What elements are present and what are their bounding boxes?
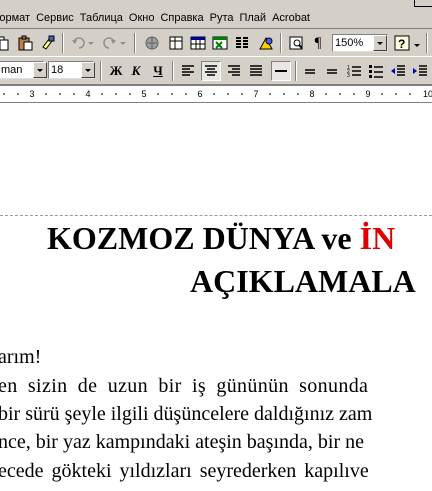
menu-help[interactable]: Справка	[157, 10, 206, 26]
undo-dropdown-icon[interactable]	[86, 33, 96, 53]
copy-icon[interactable]	[0, 33, 12, 53]
window-close-button[interactable]	[414, 0, 432, 7]
zoom-value: 150%	[335, 37, 364, 49]
increase-indent-icon[interactable]	[410, 61, 430, 81]
ruler-number: 5	[141, 89, 146, 99]
line-spacing-icon[interactable]	[300, 61, 320, 81]
toolbar-separator	[62, 33, 64, 53]
font-size-dropdown-button[interactable]	[81, 62, 95, 78]
columns-icon[interactable]	[232, 33, 252, 53]
toolbar-separator	[134, 33, 136, 53]
toolbar-separator	[100, 61, 102, 81]
redo-icon[interactable]	[100, 33, 120, 53]
menu-acrobat[interactable]: Acrobat	[269, 10, 313, 26]
menu-format[interactable]: Формат	[0, 10, 33, 26]
italic-button[interactable]: К	[126, 61, 146, 81]
svg-text:?: ?	[398, 37, 405, 51]
document-title-line1: KOZMOZ DÜNYA ve İN	[47, 220, 395, 256]
hyperlink-icon[interactable]	[142, 33, 162, 53]
zoom-dropdown-button[interactable]	[373, 35, 387, 51]
drawing-icon[interactable]	[256, 33, 276, 53]
undo-icon[interactable]	[68, 33, 88, 53]
decrease-indent-icon[interactable]	[388, 61, 408, 81]
align-right-icon[interactable]	[224, 61, 244, 81]
distributed-icon[interactable]	[271, 61, 291, 81]
ruler-number: 4	[85, 89, 90, 99]
insert-table-icon[interactable]	[188, 33, 208, 53]
title-text: KOZMOZ DÜNYA ve	[47, 220, 360, 256]
font-size-value: 18	[51, 64, 64, 76]
ruler-number: 7	[253, 89, 258, 99]
underline-button[interactable]: Ч	[148, 61, 168, 81]
document-area[interactable]: KOZMOZ DÜNYA ve İN AÇIKLAMALA arım! en s…	[0, 103, 432, 491]
menu-play[interactable]: Плай	[236, 10, 269, 26]
toolbar-separator	[295, 61, 297, 81]
ruler-number: 10	[423, 89, 432, 99]
justify-icon[interactable]	[246, 61, 266, 81]
body-line: nce, bir yaz kampındaki ateşin başında, …	[0, 431, 364, 453]
ruler-number: 3	[29, 89, 34, 99]
bold-button[interactable]: Ж	[106, 61, 126, 81]
menu-ruta[interactable]: Рута	[207, 10, 237, 26]
ruler-number: 9	[365, 89, 370, 99]
ruler-number: 6	[197, 89, 202, 99]
align-center-icon[interactable]	[201, 61, 221, 81]
document-map-icon[interactable]	[286, 33, 306, 53]
body-line: en sizin de uzun bir iş gününün sonunda	[0, 375, 369, 397]
menu-items: Формат Сервис Таблица Окно Справка Рута …	[0, 10, 313, 26]
insert-excel-icon[interactable]	[210, 33, 230, 53]
font-name-value: man	[1, 64, 23, 76]
svg-text:3: 3	[347, 73, 350, 79]
redo-dropdown-icon[interactable]	[118, 33, 128, 53]
body-line: bir sürü şeyle ilgili düşüncelere daldığ…	[0, 403, 373, 425]
show-hide-pilcrow-icon[interactable]: ¶	[308, 33, 328, 53]
horizontal-ruler[interactable]: 3 4 5 6 7 8 9 10	[0, 85, 432, 103]
formatting-toolbar: man 18 Ж К Ч 123	[0, 57, 432, 85]
numbering-icon[interactable]: 123	[344, 61, 364, 81]
align-left-icon[interactable]	[178, 61, 198, 81]
ruler-scale: 3 4 5 6 7 8 9 10	[3, 89, 432, 99]
ruler-number: 8	[309, 89, 314, 99]
menu-service[interactable]: Сервис	[33, 10, 77, 26]
toolbar-options-icon[interactable]	[412, 35, 422, 55]
toolbar-separator	[172, 61, 174, 81]
help-icon[interactable]: ?	[392, 33, 412, 53]
document-title-line2: AÇIKLAMALA	[190, 263, 416, 299]
tables-borders-icon[interactable]	[166, 33, 186, 53]
page-boundary-line	[0, 215, 432, 216]
spacing-icon[interactable]	[322, 61, 342, 81]
format-painter-icon[interactable]	[38, 33, 58, 53]
toolbar-separator	[426, 33, 428, 53]
menu-table[interactable]: Таблица	[77, 10, 126, 26]
body-line: arım!	[0, 346, 42, 368]
toolbar-separator	[280, 33, 282, 53]
bullets-icon[interactable]	[366, 61, 386, 81]
standard-toolbar: ¶ 150% ?	[0, 29, 432, 57]
body-line: ecede gökteki yıldızları seyrederken kap…	[0, 460, 369, 482]
menu-window[interactable]: Окно	[126, 10, 158, 26]
menu-bar: Формат Сервис Таблица Окно Справка Рута …	[0, 0, 432, 29]
title-text-highlight: İN	[359, 220, 396, 256]
paste-icon[interactable]	[16, 33, 36, 53]
font-name-dropdown-button[interactable]	[33, 62, 47, 78]
